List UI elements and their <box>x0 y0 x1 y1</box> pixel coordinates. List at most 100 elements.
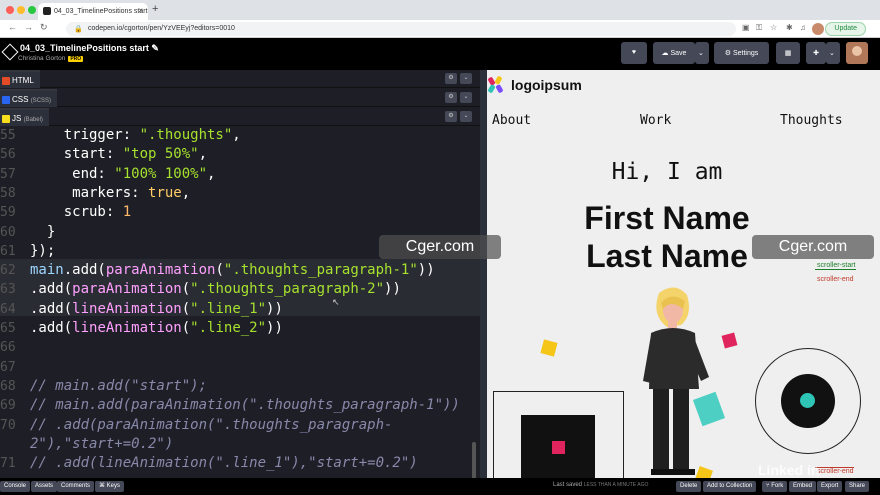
love-button[interactable]: ♥ <box>621 42 647 64</box>
code-token: markers: <box>30 184 149 201</box>
css-settings-icon[interactable]: ⚙ <box>445 92 457 103</box>
code-token: .add( <box>30 281 73 298</box>
code-token: , <box>207 165 216 182</box>
tab-close-icon[interactable]: × <box>138 6 143 15</box>
fork-button[interactable]: ⑂ Fork <box>762 481 788 492</box>
code-text: // main.add(paraAnimation(".thoughts_par… <box>30 396 460 415</box>
code-token: ".thoughts" <box>139 127 233 143</box>
code-token: )) <box>266 320 283 336</box>
nav-thoughts[interactable]: Thoughts <box>780 113 843 128</box>
share-button[interactable]: Share <box>845 481 870 492</box>
comments-button[interactable]: Comments <box>57 481 95 492</box>
url-field[interactable]: 🔒 codepen.io/cgorton/pen/YzVEEyj?editors… <box>66 22 736 36</box>
code-text: .add(lineAnimation(".line_1")) <box>30 300 283 319</box>
forward-icon[interactable]: → <box>24 22 33 32</box>
new-tab-icon[interactable]: + <box>152 3 158 15</box>
cloud-icon: ☁ <box>661 50 669 57</box>
reload-icon[interactable]: ↻ <box>40 22 48 33</box>
close-window-icon[interactable] <box>6 6 14 14</box>
preview-logo-text[interactable]: logoipsum <box>511 77 582 93</box>
edit-pencil-icon[interactable]: ✎ <box>151 43 159 53</box>
back-icon[interactable]: ← <box>8 22 17 32</box>
maximize-window-icon[interactable] <box>28 6 36 14</box>
browser-tab[interactable]: 04_03_TimelinePositions start × <box>38 3 148 20</box>
chevron-down-icon: ⌄ <box>829 50 835 57</box>
line-number: 70 <box>0 417 16 433</box>
export-button[interactable]: Export <box>817 481 843 492</box>
keys-button[interactable]: ⌘ Keys <box>95 481 125 492</box>
key-icon[interactable]: ⚿ <box>756 23 762 33</box>
nav-work[interactable]: Work <box>640 113 671 128</box>
codepen-logo-icon[interactable] <box>1 43 19 61</box>
delete-button[interactable]: Delete <box>676 481 702 492</box>
js-collapse-icon[interactable]: ⌄ <box>460 111 472 122</box>
js-settings-icon[interactable]: ⚙ <box>445 111 457 122</box>
codepen-header: 04_03_TimelinePositions start ✎ Christin… <box>0 38 880 70</box>
greeting: Hi, I am <box>611 159 723 185</box>
preview-pane[interactable]: logoipsum About Work Thoughts Hi, I am F… <box>487 70 880 478</box>
layout-icon: ▦ <box>784 50 792 57</box>
pin-options-button[interactable]: ⌄ <box>826 42 840 64</box>
pink-dot-shape <box>552 441 565 454</box>
line-number: 68 <box>0 378 16 394</box>
line-number: 63 <box>0 282 16 298</box>
pro-badge: PRO <box>68 56 84 62</box>
scroller-end-marker: scroller-end <box>817 276 854 283</box>
css-collapse-icon[interactable]: ⌄ <box>460 92 472 103</box>
html-pane-label[interactable]: HTML <box>0 70 40 88</box>
url-text: codepen.io/cgorton/pen/YzVEEyj?editors=0… <box>88 25 235 32</box>
extension-icon[interactable]: ▣ <box>742 23 750 32</box>
assets-button[interactable]: Assets <box>31 481 58 492</box>
js-pane-label[interactable]: JS (Babel) <box>0 108 49 126</box>
code-token: ".thoughts_paragraph-2" <box>190 281 385 298</box>
code-token: )) <box>384 281 401 298</box>
profile-avatar[interactable] <box>812 23 824 35</box>
save-options-button[interactable]: ⌄ <box>695 42 709 64</box>
change-view-button[interactable]: ▦ <box>776 42 800 64</box>
pane-resizer[interactable] <box>480 70 487 478</box>
code-token: "top 50%" <box>122 146 199 163</box>
last-saved-status: Last saved LESS THAN A MINUTE AGO <box>553 482 649 488</box>
update-button[interactable]: Update <box>825 22 866 36</box>
html-pane-header[interactable]: HTML ⚙ ⌄ <box>0 70 485 88</box>
code-token: ".line_1" <box>190 300 267 317</box>
user-avatar[interactable] <box>846 42 868 64</box>
line-number: 58 <box>0 185 16 201</box>
js-code-editor[interactable]: 55 trigger: ".thoughts", 56 start: "top 5… <box>0 126 485 478</box>
music-icon[interactable]: ♫ <box>800 23 806 32</box>
pen-author[interactable]: Christina Gorton PRO <box>18 55 84 62</box>
code-text: // main.add("start"); <box>30 377 207 396</box>
mouse-cursor-icon: ↖ <box>332 297 340 307</box>
line-number: 64 <box>0 301 16 317</box>
html-settings-icon[interactable]: ⚙ <box>445 73 457 84</box>
css-pane-header[interactable]: CSS (SCSS) ⚙ ⌄ <box>0 89 485 107</box>
code-token: main <box>30 262 64 279</box>
code-token: start: <box>30 146 123 163</box>
code-token: ( <box>181 320 191 336</box>
settings-button[interactable]: ⚙ Settings <box>714 42 769 64</box>
css-pane-label[interactable]: CSS (SCSS) <box>0 89 58 107</box>
code-text: end: "100% 100%", <box>30 165 215 184</box>
pin-button[interactable]: ✚ <box>806 42 826 64</box>
star-icon[interactable]: ☆ <box>770 23 777 32</box>
nav-about[interactable]: About <box>492 113 531 128</box>
minimize-window-icon[interactable] <box>17 6 25 14</box>
code-token: , <box>232 127 241 143</box>
embed-button[interactable]: Embed <box>789 481 817 492</box>
editor-scrollbar[interactable] <box>472 442 476 478</box>
console-button[interactable]: Console <box>0 481 31 492</box>
code-token: )) <box>417 262 435 279</box>
code-text: scrub: 1 <box>30 203 131 222</box>
html-collapse-icon[interactable]: ⌄ <box>460 73 472 84</box>
pen-title[interactable]: 04_03_TimelinePositions start ✎ <box>20 43 159 54</box>
line-number: 69 <box>0 398 16 414</box>
codepen-favicon-icon <box>43 7 51 15</box>
js-badge-icon <box>2 115 10 123</box>
add-to-collection-button[interactable]: Add to Collection <box>703 481 757 492</box>
save-button[interactable]: ☁ Save <box>653 42 695 64</box>
js-pane-header[interactable]: JS (Babel) ⚙ ⌄ <box>0 108 485 126</box>
code-token: "100% 100%" <box>114 165 208 182</box>
code-token: .add( <box>63 262 106 279</box>
code-token: // main.add("start"); <box>30 377 208 394</box>
puzzle-icon[interactable]: ✱ <box>786 23 793 32</box>
